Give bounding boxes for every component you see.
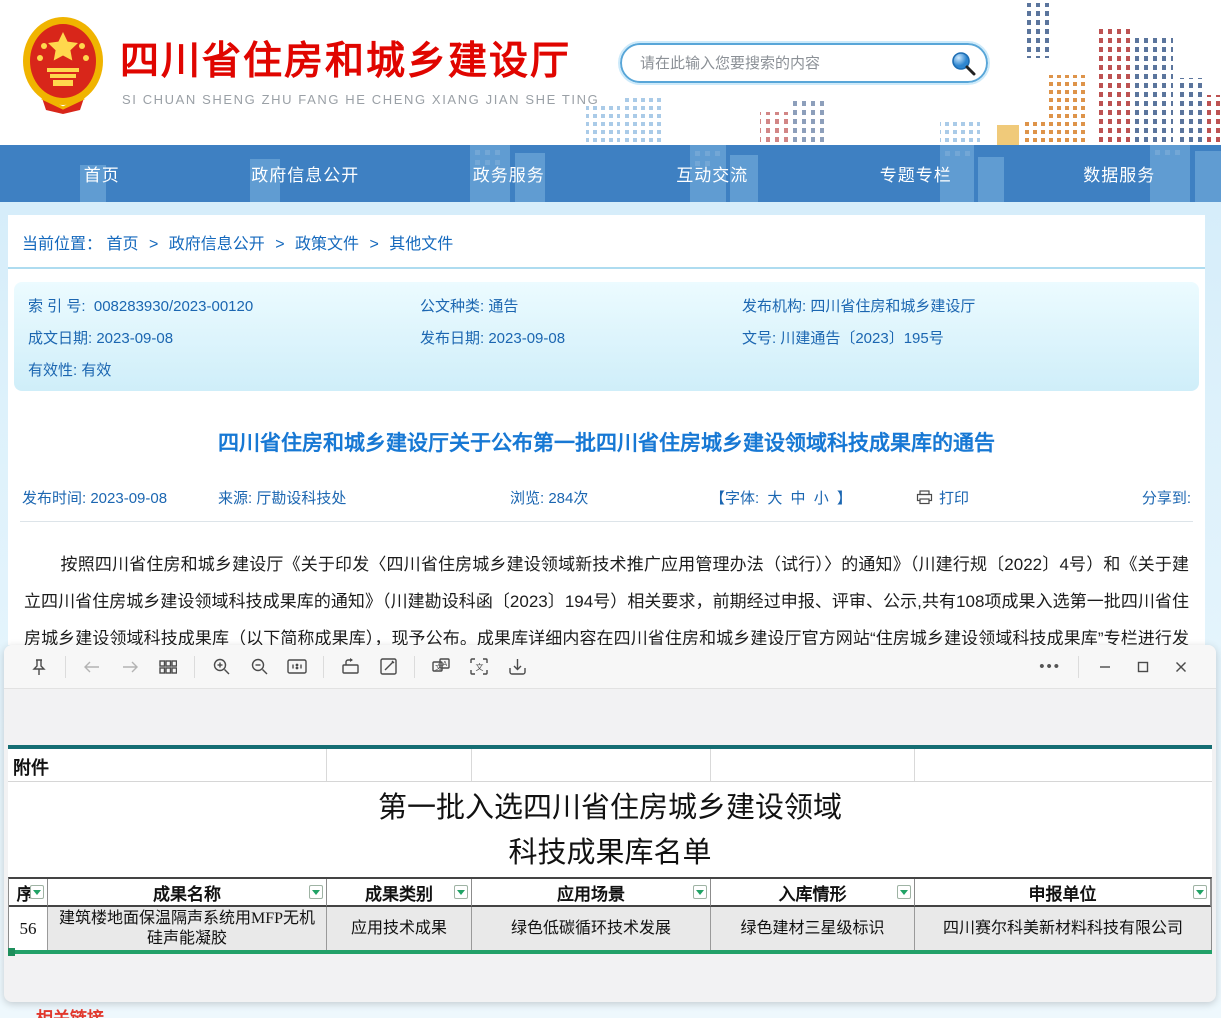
thumbnails-icon[interactable]: [149, 652, 187, 682]
table-cell-name: 建筑楼地面保温隔声系统用MFP无机硅声能凝胶: [48, 907, 327, 950]
article-title: 四川省住房和城乡建设厅关于公布第一批四川省住房城乡建设领域科技成果库的通告: [8, 427, 1205, 457]
filter-dropdown-icon[interactable]: [1193, 885, 1207, 899]
national-emblem: [22, 16, 104, 114]
attachment-doc-title: 第一批入选四川省住房城乡建设领域 科技成果库名单: [8, 782, 1212, 877]
site-subtitle-pinyin: SI CHUAN SHENG ZHU FANG HE CHENG XIANG J…: [122, 92, 599, 107]
share-button[interactable]: 分享到:: [1142, 487, 1191, 508]
results-table: 序· 成果名称 成果类别 应用场景 入库情形 申报单位 56 建筑楼地面保温隔声…: [8, 877, 1212, 950]
filter-dropdown-icon[interactable]: [897, 885, 911, 899]
filter-dropdown-icon[interactable]: [454, 885, 468, 899]
filter-dropdown-icon[interactable]: [30, 885, 44, 899]
font-size-control: 【字体: 大 中 小 】: [708, 487, 916, 508]
publish-info-row: 发布时间: 2023-09-08 来源: 厅勘设科技处 浏览: 284次 【字体…: [20, 487, 1193, 522]
print-button[interactable]: 打印: [916, 487, 969, 508]
main-nav: 首页 政府信息公开 政务服务 互动交流 专题专栏 数据服务: [0, 145, 1221, 202]
toolbar-separator: [1078, 656, 1079, 678]
table-cell-category: 应用技术成果: [327, 907, 472, 950]
meta-written-date: 成文日期: 2023-09-08: [28, 327, 420, 348]
column-header-scenario[interactable]: 应用场景: [472, 879, 711, 907]
publish-source: 来源: 厅勘设科技处: [218, 487, 510, 508]
cell-border: [471, 749, 472, 781]
table-cell-scenario: 绿色低碳循环技术发展: [472, 907, 711, 950]
breadcrumb-policy-files[interactable]: 政策文件: [295, 236, 359, 253]
nav-item-interaction[interactable]: 互动交流: [611, 145, 815, 202]
breadcrumb-gov-info[interactable]: 政府信息公开: [169, 236, 265, 253]
meta-validity: 有效性: 有效: [28, 359, 420, 380]
attachment-sheet: 附件 第一批入选四川省住房城乡建设领域 科技成果库名单 序· 成果名称 成果类别…: [8, 745, 1212, 954]
search-box[interactable]: [620, 43, 988, 83]
nav-item-gov-info[interactable]: 政府信息公开: [204, 145, 408, 202]
toolbar-separator: [414, 656, 415, 678]
search-icon[interactable]: [950, 50, 976, 76]
breadcrumb-label: 当前位置：: [22, 236, 102, 253]
font-size-small[interactable]: 小: [814, 490, 829, 507]
font-size-medium[interactable]: 中: [791, 490, 806, 507]
view-count: 浏览: 284次: [510, 487, 708, 508]
table-cell-entry-type: 绿色建材三星级标识: [711, 907, 915, 950]
zoom-out-icon[interactable]: [240, 652, 278, 682]
more-icon[interactable]: •••: [1029, 658, 1071, 675]
font-size-large[interactable]: 大: [767, 490, 782, 507]
site-title: 四川省住房和城乡建设厅: [120, 30, 571, 86]
meta-issuing-agency: 发布机构: 四川省住房和城乡建设厅: [742, 295, 1185, 316]
meta-index-number: 索 引 号: 008283930/2023-00120: [28, 295, 420, 316]
nav-item-data-services[interactable]: 数据服务: [1018, 145, 1221, 202]
breadcrumb-home[interactable]: 首页: [106, 236, 138, 253]
main-content: 当前位置： 首页 > 政府信息公开 > 政策文件 > 其他文件 索 引 号: 0…: [8, 215, 1205, 645]
table-cell-applicant: 四川赛尔科美新材料科技有限公司: [915, 907, 1211, 950]
forward-icon[interactable]: [111, 652, 149, 682]
edit-icon[interactable]: [369, 652, 407, 682]
breadcrumb-other-files[interactable]: 其他文件: [389, 236, 453, 253]
site-header: 四川省住房和城乡建设厅 SI CHUAN SHENG ZHU FANG HE C…: [0, 0, 1221, 145]
svg-text:文: 文: [435, 663, 442, 672]
back-icon[interactable]: [73, 652, 111, 682]
cell-border: [326, 749, 327, 781]
column-header-category[interactable]: 成果类别: [327, 879, 472, 907]
search-input[interactable]: [640, 55, 950, 72]
row-selection-border: [8, 950, 1212, 954]
filter-dropdown-icon[interactable]: [309, 885, 323, 899]
rotate-icon[interactable]: [331, 652, 369, 682]
svg-text:A: A: [443, 661, 448, 668]
viewer-toolbar: 文A 文 •••: [4, 645, 1216, 689]
attachment-viewer-window: 文A 文 ••• 附件 第一批入选四川省住房城乡建设领域: [4, 645, 1216, 1002]
toolbar-separator: [194, 656, 195, 678]
maximize-icon[interactable]: [1124, 652, 1162, 682]
download-icon[interactable]: [498, 652, 536, 682]
actual-size-icon[interactable]: [278, 652, 316, 682]
publish-time: 发布时间: 2023-09-08: [22, 487, 218, 508]
zoom-in-icon[interactable]: [202, 652, 240, 682]
pin-icon[interactable]: [20, 652, 58, 682]
toolbar-separator: [323, 656, 324, 678]
toolbar-separator: [65, 656, 66, 678]
meta-doc-number: 文号: 川建通告〔2023〕195号: [742, 327, 1185, 348]
filter-dropdown-icon[interactable]: [693, 885, 707, 899]
printer-icon: [916, 490, 933, 505]
nav-item-home[interactable]: 首页: [0, 145, 204, 202]
svg-text:文: 文: [476, 662, 484, 672]
column-header-entry-type[interactable]: 入库情形: [711, 879, 915, 907]
column-header-index[interactable]: 序·: [9, 879, 48, 907]
column-header-applicant[interactable]: 申报单位: [915, 879, 1211, 907]
cell-border: [710, 749, 711, 781]
document-meta-panel: 索 引 号: 008283930/2023-00120 公文种类: 通告 发布机…: [14, 282, 1199, 391]
related-links-heading[interactable]: 相关链接: [36, 1004, 104, 1018]
close-icon[interactable]: [1162, 652, 1200, 682]
attachment-label-row: 附件: [8, 749, 1212, 782]
table-cell-index: 56: [9, 907, 48, 950]
extract-text-icon[interactable]: 文: [460, 652, 498, 682]
meta-publish-date: 发布日期: 2023-09-08: [420, 327, 742, 348]
translate-icon[interactable]: 文A: [422, 652, 460, 682]
column-header-name[interactable]: 成果名称: [48, 879, 327, 907]
attachment-label: 附件: [13, 754, 49, 780]
meta-doc-type: 公文种类: 通告: [420, 295, 742, 316]
minimize-icon[interactable]: [1086, 652, 1124, 682]
nav-item-special-topics[interactable]: 专题专栏: [814, 145, 1018, 202]
nav-item-services[interactable]: 政务服务: [407, 145, 611, 202]
cell-border: [914, 749, 915, 781]
selection-fill-handle[interactable]: [8, 948, 15, 956]
breadcrumb: 当前位置： 首页 > 政府信息公开 > 政策文件 > 其他文件: [8, 215, 1205, 269]
